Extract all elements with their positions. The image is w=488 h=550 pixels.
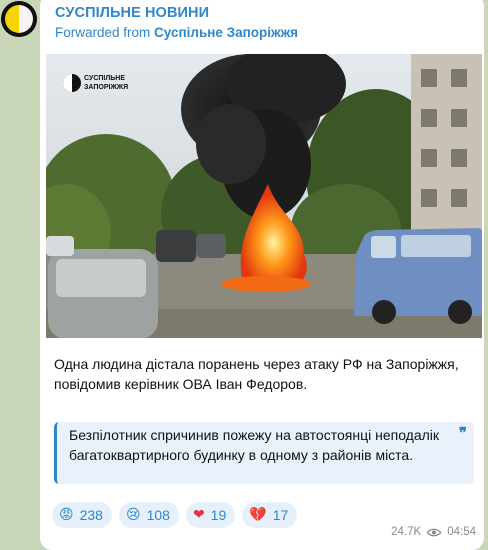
channel-name[interactable]: СУСПІЛЬНЕ НОВИНИ: [55, 5, 209, 21]
broken-heart-icon: 💔: [249, 507, 267, 523]
reaction-heart[interactable]: ❤ 19: [185, 502, 236, 528]
channel-logo-icon: [1, 1, 37, 37]
message-time: 04:54: [447, 526, 476, 538]
reaction-count: 17: [272, 507, 289, 523]
angry-face-icon: 😡: [59, 507, 74, 523]
channel-avatar[interactable]: [1, 1, 37, 37]
forwarded-source[interactable]: Суспільне Запоріжжя: [154, 25, 298, 40]
reaction-angry[interactable]: 😡 238: [52, 502, 112, 528]
blockquote-text: Безпілотник спричинив пожежу на автостоя…: [69, 427, 440, 463]
reaction-count: 238: [79, 507, 103, 523]
watermark-text-2: ЗАПОРІЖЖЯ: [84, 84, 128, 91]
crying-face-icon: 😢: [125, 507, 141, 523]
view-count: 24.7K: [391, 526, 422, 538]
watermark-text: СУСПІЛЬНЕ: [84, 75, 125, 82]
reaction-count: 108: [146, 507, 170, 523]
fire-scene-image: СУСПІЛЬНЕ ЗАПОРІЖЖЯ: [46, 54, 482, 338]
eye-icon: [427, 528, 442, 536]
forwarded-prefix: Forwarded from: [55, 25, 155, 40]
reaction-crying[interactable]: 😢 108: [118, 502, 179, 528]
blockquote: Безпілотник спричинив пожежу на автостоя…: [54, 422, 474, 484]
quote-icon: ❞: [458, 424, 467, 442]
post-photo[interactable]: СУСПІЛЬНЕ ЗАПОРІЖЖЯ: [46, 54, 482, 338]
post-text: Одна людина дістала поранень через атаку…: [54, 356, 459, 392]
message-meta: 24.7K 04:54: [391, 526, 476, 538]
message-bubble: СУСПІЛЬНЕ НОВИНИ Forwarded from Суспільн…: [40, 0, 484, 550]
heart-icon: ❤: [192, 507, 205, 523]
reaction-count: 19: [210, 507, 227, 523]
reaction-broken-heart[interactable]: 💔 17: [242, 502, 298, 528]
forwarded-header[interactable]: Forwarded from Суспільне Запоріжжя: [55, 25, 298, 40]
reactions-bar: 😡 238 😢 108 ❤ 19 💔 17: [52, 502, 298, 528]
